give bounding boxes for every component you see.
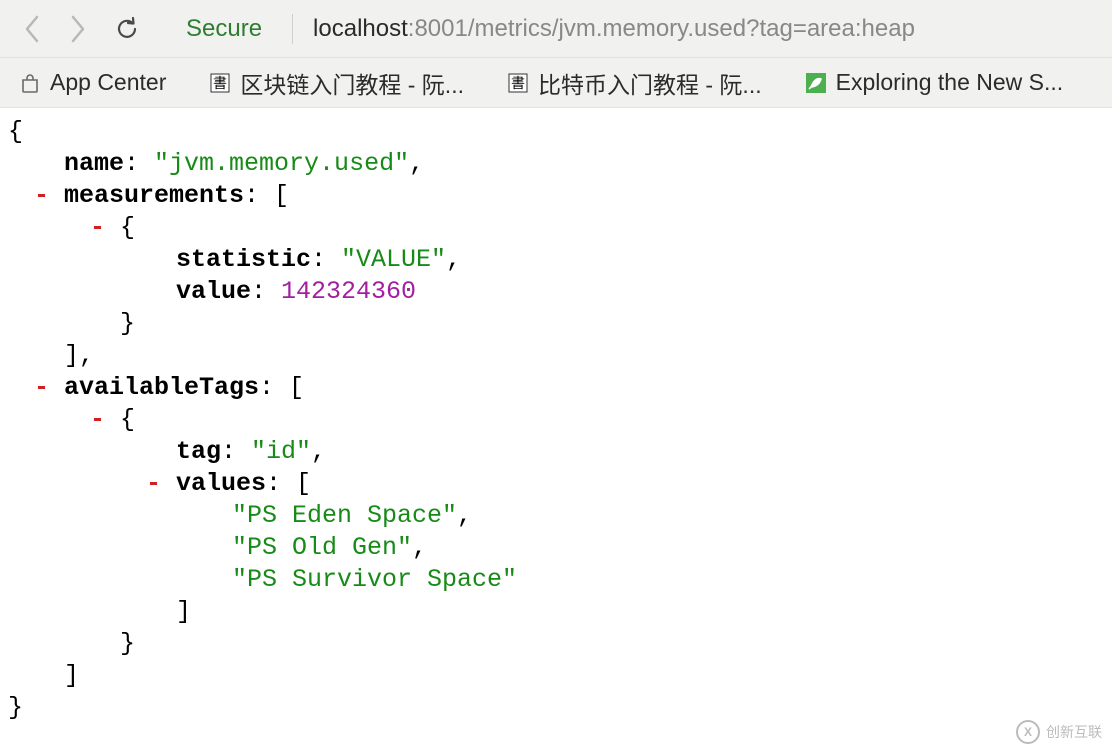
reload-icon	[113, 15, 141, 43]
bookmark-label: 区块链入门教程 - 阮...	[240, 66, 464, 100]
bookmark-label: Exploring the New S...	[836, 69, 1064, 96]
json-row-availabletags[interactable]: -availableTags: [	[8, 372, 1104, 404]
bookmarks-bar: App Center 書 区块链入门教程 - 阮... 書 比特币入门教程 - …	[0, 58, 1112, 108]
bookmark-app-center[interactable]: App Center	[18, 69, 166, 96]
reload-button[interactable]	[112, 14, 142, 44]
collapse-icon[interactable]: -	[34, 180, 49, 212]
json-bracket-close: ]	[8, 596, 1104, 628]
bookmark-exploring[interactable]: Exploring the New S...	[804, 69, 1064, 96]
secure-label: Secure	[186, 15, 262, 43]
json-brace-close: }	[8, 692, 1104, 724]
watermark: X 创新互联	[1016, 720, 1102, 744]
json-viewer: { name: "jvm.memory.used", -measurements…	[0, 108, 1112, 732]
bookmark-blockchain-tutorial[interactable]: 書 区块链入门教程 - 阮...	[208, 66, 464, 100]
forward-button[interactable]	[62, 14, 92, 44]
bookmark-label: App Center	[50, 69, 166, 96]
json-string-item: "PS Survivor Space"	[8, 564, 1104, 596]
json-brace-open: {	[8, 116, 1104, 148]
json-row-tag: tag: "id",	[8, 436, 1104, 468]
watermark-text: 创新互联	[1046, 722, 1102, 742]
url-host: localhost	[313, 15, 408, 42]
back-button[interactable]	[18, 14, 48, 44]
address-bar[interactable]: localhost:8001/metrics/jvm.memory.used?t…	[313, 15, 915, 43]
watermark-logo-icon: X	[1016, 720, 1040, 744]
collapse-icon[interactable]: -	[34, 372, 49, 404]
book-icon: 書	[506, 71, 530, 95]
json-bracket-close: ],	[8, 340, 1104, 372]
json-string-item: "PS Old Gen",	[8, 532, 1104, 564]
json-bracket-close: ]	[8, 660, 1104, 692]
json-row-measurements[interactable]: -measurements: [	[8, 180, 1104, 212]
url-path: :8001/metrics/jvm.memory.used?tag=area:h…	[408, 15, 915, 42]
json-row-statistic: statistic: "VALUE",	[8, 244, 1104, 276]
bookmark-bitcoin-tutorial[interactable]: 書 比特币入门教程 - 阮...	[506, 66, 762, 100]
browser-toolbar: Secure localhost:8001/metrics/jvm.memory…	[0, 0, 1112, 58]
json-array-item[interactable]: -{	[8, 404, 1104, 436]
json-row-name: name: "jvm.memory.used",	[8, 148, 1104, 180]
json-brace-close: }	[8, 308, 1104, 340]
chevron-right-icon	[67, 14, 87, 44]
json-array-item[interactable]: -{	[8, 212, 1104, 244]
bookmark-label: 比特币入门教程 - 阮...	[538, 66, 762, 100]
collapse-icon[interactable]: -	[146, 468, 161, 500]
json-row-value: value: 142324360	[8, 276, 1104, 308]
leaf-icon	[804, 71, 828, 95]
book-icon: 書	[208, 71, 232, 95]
divider	[292, 14, 293, 44]
bag-icon	[18, 71, 42, 95]
json-string-item: "PS Eden Space",	[8, 500, 1104, 532]
collapse-icon[interactable]: -	[90, 404, 105, 436]
json-row-values[interactable]: -values: [	[8, 468, 1104, 500]
chevron-left-icon	[23, 14, 43, 44]
json-brace-close: }	[8, 628, 1104, 660]
collapse-icon[interactable]: -	[90, 212, 105, 244]
svg-text:書: 書	[213, 75, 227, 91]
svg-text:書: 書	[511, 75, 525, 91]
